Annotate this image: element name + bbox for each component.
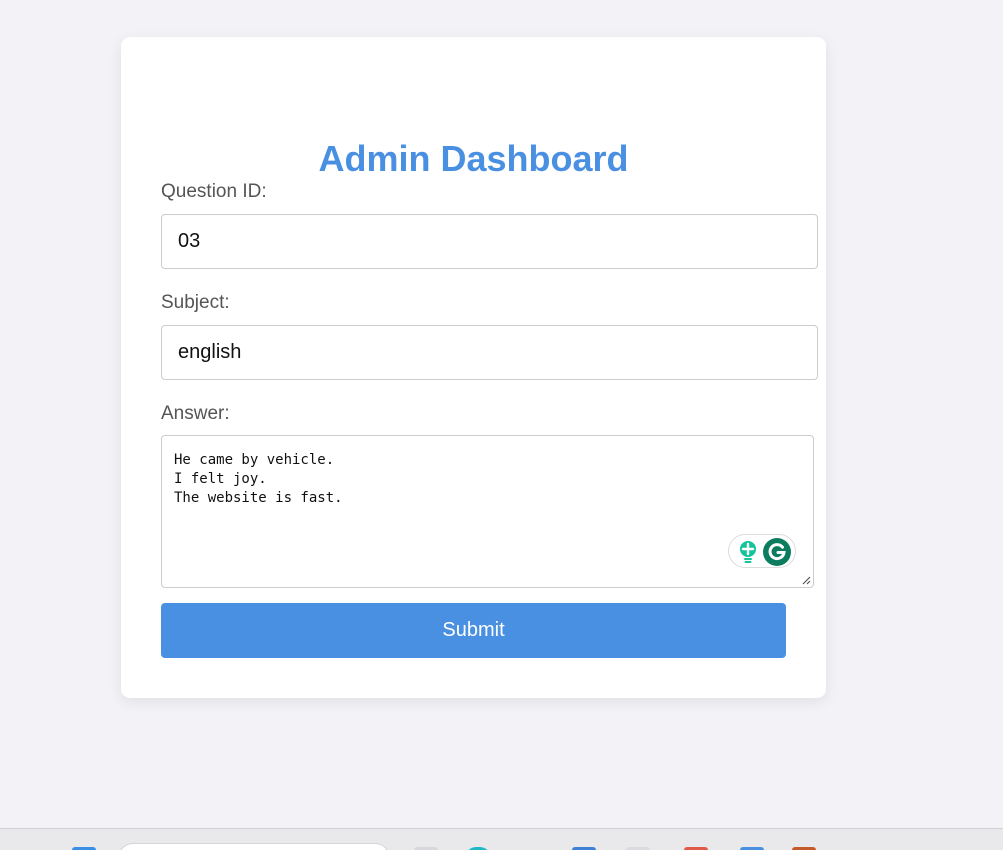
answer-text[interactable]: He came by vehicle. I felt joy. The webs… — [174, 451, 343, 508]
taskbar — [0, 828, 1003, 850]
question-id-label: Question ID: — [161, 181, 267, 202]
answer-textarea[interactable]: He came by vehicle. I felt joy. The webs… — [161, 435, 814, 588]
grammarly-g-icon[interactable] — [763, 538, 791, 566]
grammarly-widget[interactable] — [728, 534, 796, 568]
subject-label: Subject: — [161, 292, 230, 313]
submit-button[interactable]: Submit — [161, 603, 786, 658]
page-title: Admin Dashboard — [318, 138, 629, 179]
question-id-input[interactable] — [161, 214, 818, 269]
lightbulb-icon[interactable] — [738, 540, 758, 564]
taskbar-search[interactable] — [118, 843, 390, 850]
page: Admin Dashboard Question ID: Subject: An… — [0, 0, 1003, 850]
admin-form-card: Admin Dashboard Question ID: Subject: An… — [121, 37, 826, 698]
answer-label: Answer: — [161, 403, 230, 424]
subject-input[interactable] — [161, 325, 818, 380]
resize-handle-icon[interactable] — [801, 575, 811, 585]
